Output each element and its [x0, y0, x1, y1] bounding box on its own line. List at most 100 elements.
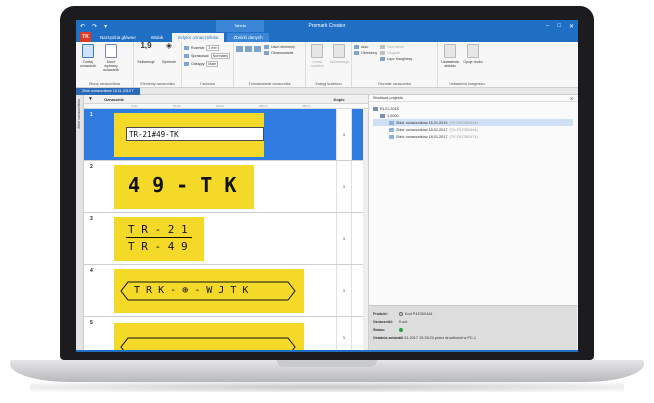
panel-title-bar: Struktura projektu ✕ [369, 95, 577, 102]
update-template-button[interactable]: Aktualizacja [330, 44, 349, 87]
title-bar: ↶ ↷ ▾ Tabela Promark Creator – □ ✕ [76, 20, 578, 32]
label-text-bottom: T R - 4 9 [128, 240, 188, 253]
ribbon-group-font: Rozmiar 3 mm Sprasować Normalny Odstępy … [182, 42, 234, 87]
set-template-button[interactable]: Ustaw szablon [308, 44, 327, 87]
ribbon-group-label: Ustawienia marginesu [449, 82, 485, 86]
label-grid: ▼ Oznacznik Kopie 5mm 10mm 15mm 20mm 25m… [84, 95, 369, 350]
project-tree: RL21-2018 1.0000 Zbiór oznaczników 16.21… [369, 102, 577, 143]
status-bar [76, 350, 578, 352]
tree-root[interactable]: RL21-2018 [373, 105, 573, 112]
sequences-button[interactable]: 1,9 Sekwencje [136, 42, 156, 87]
ribbon-group-label: Rozmiar oznacznika [378, 82, 411, 86]
table-row[interactable]: 2 4 9 - T K 1 [84, 161, 368, 213]
auto-size-icon [354, 45, 359, 49]
panel-title: Struktura projektu [373, 96, 403, 100]
label-frame-shape [120, 337, 296, 350]
link-margins-toggle[interactable]: Łącz marginesy [380, 57, 412, 61]
ribbon-group-label: Czcionka [200, 82, 215, 86]
product-radio-icon[interactable] [399, 312, 403, 316]
tree-node[interactable]: 1.0000 [373, 112, 573, 119]
ribbon-group-label: Zasięg szablonu [315, 82, 342, 86]
tab-label-editor[interactable]: Edytor oznaczników [172, 33, 225, 42]
laptop-shadow [30, 382, 624, 392]
template-icon [311, 44, 324, 58]
length-field[interactable]: Długość [380, 51, 412, 55]
grid-header: ▼ Oznacznik Kopie [84, 95, 368, 104]
copies-cell[interactable]: 1 [336, 317, 352, 350]
size-fixed-option[interactable]: Określony [354, 51, 377, 55]
label-text: 4 9 - T K [128, 173, 237, 197]
table-row[interactable]: 5 1 [84, 317, 368, 350]
label-text: T R K - ⊕ - W J T K [134, 285, 249, 296]
table-row[interactable]: 3 T R - 2 1 T R - 4 9 1 [84, 213, 368, 265]
width-field[interactable]: Szerokość [380, 45, 412, 49]
border-button[interactable]: Obramowanie [264, 51, 295, 55]
add-label-button[interactable]: Dodaj oznacznik [78, 44, 98, 87]
width-icon [380, 45, 386, 49]
ribbon-group-formatting: Usuń elementy Obramowanie Formatowanie o… [234, 42, 306, 87]
row-number: 2 [90, 164, 93, 170]
status-ok-icon [399, 328, 403, 332]
ribbon-group-label: Elementy oznacznika [140, 82, 175, 86]
ribbon-group-label-elements: 1,9 Sekwencje ◈ Symbole Elementy oznaczn… [134, 42, 182, 87]
vertical-scrollbar[interactable] [363, 109, 368, 350]
settings-icon [444, 44, 456, 58]
ribbon-group-label: Formatowanie oznacznika [248, 82, 291, 86]
document-tab-strip: Zbiór oznaczników 16.21.2019 T [76, 87, 578, 95]
delete-label-icon [105, 44, 117, 58]
add-label-icon [82, 44, 94, 58]
spacing-icon [184, 62, 189, 66]
align-center-icon[interactable] [245, 46, 252, 52]
document-icon [389, 134, 394, 139]
symbol-icon: ◈ [165, 41, 173, 50]
project-structure-panel: Struktura projektu ✕ RL21-2018 1.0000 Zb… [369, 95, 577, 350]
compress-icon [184, 54, 189, 58]
panel-close-icon[interactable]: ✕ [570, 96, 577, 101]
font-size-control[interactable]: Rozmiar 3 mm [184, 45, 230, 51]
printer-icon [380, 113, 385, 118]
link-icon [380, 57, 386, 61]
font-spacing-control[interactable]: Odstępy Małe [184, 61, 230, 67]
tree-item[interactable]: Zbiór oznaczników 18.01.2017 (TK-P4Z3004… [373, 133, 573, 140]
print-options-button[interactable]: Opcje druku [463, 44, 483, 87]
row-number: 4 [90, 268, 93, 274]
align-left-icon[interactable] [236, 46, 243, 52]
copies-cell[interactable]: 1 [336, 213, 352, 264]
tree-item[interactable]: Zbiór oznaczników 16.21.2019 (TK-P4Z3004… [373, 119, 573, 126]
side-panel-label[interactable]: Zbiór oznaczników [77, 99, 81, 129]
label-text-input[interactable]: TR-21#49-TK [126, 127, 264, 141]
length-icon [380, 51, 386, 55]
delete-label-button[interactable]: Usuń wybrany oznacznik [101, 44, 121, 87]
laptop-mockup: ↶ ↷ ▾ Tabela Promark Creator – □ ✕ TK Na… [0, 0, 654, 403]
app-logo[interactable]: TK [80, 32, 91, 42]
symbols-button[interactable]: ◈ Symbole [159, 41, 179, 87]
table-row[interactable]: 1 TR-21#49-TK 1 [84, 109, 368, 161]
document-icon [389, 127, 394, 132]
main-area: Zbiór oznaczników ▼ Oznacznik Kopie 5mm … [76, 95, 578, 350]
copies-cell[interactable]: 1 [336, 109, 352, 160]
row-number: 1 [90, 112, 93, 118]
app-window: ↶ ↷ ▾ Tabela Promark Creator – □ ✕ TK Na… [76, 20, 578, 352]
remove-elements-button[interactable]: Usuń elementy [264, 45, 295, 49]
size-auto-option[interactable]: Auto [354, 45, 377, 49]
label-text-top: T R - 2 1 [128, 223, 188, 236]
copies-cell[interactable]: 1 [336, 265, 352, 316]
tab-data-sets[interactable]: Zbiórki danych [227, 33, 269, 42]
filter-icon[interactable]: ▼ [84, 96, 104, 102]
object-settings-button[interactable]: Ustawienia obiektu [440, 44, 460, 87]
row-number: 3 [90, 216, 93, 222]
property-product: Produkt: Kod P4Z300444 [373, 312, 433, 316]
column-header-copies[interactable]: Kopie [330, 97, 348, 102]
label-divider [126, 237, 192, 238]
align-right-icon[interactable] [254, 46, 261, 52]
column-header-label[interactable]: Oznacznik [104, 97, 330, 102]
folder-icon [373, 106, 378, 111]
document-tab[interactable]: Zbiór oznaczników 16.21.2019 T [76, 87, 140, 95]
tree-item[interactable]: Zbiór oznaczników 18.01.2017 (TK-P4Z3004… [373, 126, 573, 133]
copies-cell[interactable]: 1 [336, 161, 352, 212]
laptop-notch [277, 360, 377, 367]
tab-home[interactable]: Narzędzia główne [94, 33, 142, 42]
table-row[interactable]: 4 T R K - ⊕ - W J T K 1 [84, 265, 368, 317]
font-compress-control[interactable]: Sprasować Normalny [184, 53, 231, 59]
property-labels: Oznaczniki: 5 szt. [373, 320, 409, 324]
